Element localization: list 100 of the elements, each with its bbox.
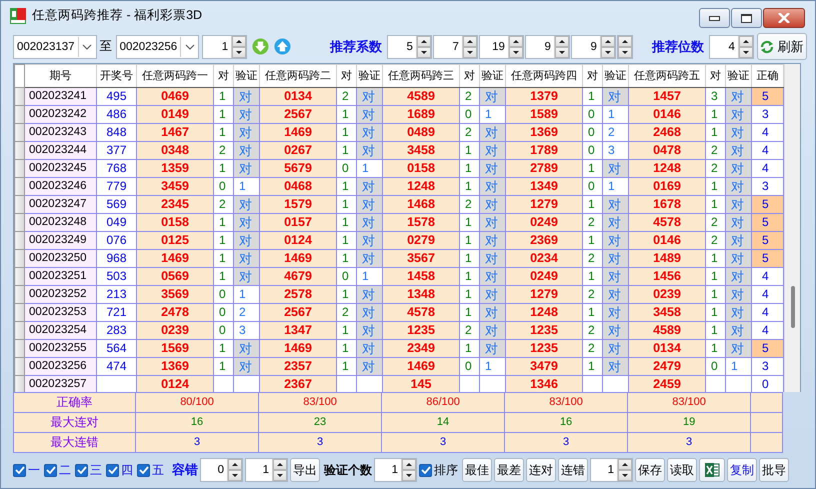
check-cell: 对 (356, 106, 382, 124)
column-header: 正确 (752, 64, 784, 88)
pick-cell: 1456 (628, 268, 706, 286)
row-selector[interactable] (14, 322, 24, 340)
pick-cell: 2789 (506, 160, 582, 178)
pick-cell: 5679 (260, 160, 336, 178)
checkbox-label: 排序 (434, 462, 458, 478)
row-selector[interactable] (14, 250, 24, 268)
checkbox[interactable] (137, 464, 150, 476)
load-button[interactable]: 读取 (667, 458, 697, 482)
check-cell: 1 (480, 358, 506, 376)
row-selector[interactable] (14, 286, 24, 304)
pick-cell: 2567 (260, 304, 336, 322)
spin-up-button[interactable] (618, 36, 632, 46)
check-cell: 对 (602, 214, 628, 232)
close-button[interactable] (763, 8, 805, 28)
pick-cell: 1369 (136, 358, 214, 376)
filter-button[interactable]: 最佳 (462, 458, 492, 482)
row-selector[interactable] (14, 214, 24, 232)
pick-cell: 3569 (136, 286, 214, 304)
maximize-button[interactable] (731, 8, 762, 28)
check-cell: 对 (726, 178, 752, 196)
checkbox[interactable] (13, 464, 26, 476)
checkbox[interactable] (44, 464, 57, 476)
checkbox-label: 四 (121, 462, 133, 478)
refresh-button[interactable]: 刷新 (756, 33, 807, 60)
pick-cell: 2349 (382, 340, 460, 358)
filter-button[interactable]: 最差 (494, 458, 524, 482)
pick-cell: 1467 (136, 124, 214, 142)
batch-import-button[interactable]: 批导 (759, 458, 789, 482)
copy-button[interactable]: 复制 (727, 458, 757, 482)
summary-label: 最大连对 (14, 412, 136, 432)
check-cell: 对 (480, 340, 506, 358)
check-cell: 对 (480, 286, 506, 304)
period-combo[interactable]: 002023256 (116, 34, 200, 58)
pick-cell: 0146 (628, 106, 706, 124)
pick-cell: 0125 (136, 232, 214, 250)
check-cell: 1 (726, 358, 752, 376)
column-header: 任意两码跨三 (382, 64, 460, 88)
row-selector[interactable] (14, 106, 24, 124)
summary-value: 86/100 (382, 392, 505, 412)
checkbox-label: 三 (90, 462, 102, 478)
export-button[interactable]: 导出 (290, 458, 320, 482)
pick-cell: 0146 (628, 232, 706, 250)
row-selector[interactable] (14, 358, 24, 376)
row-selector[interactable] (14, 376, 24, 392)
period-cell: 002023253 (24, 304, 96, 322)
row-selector[interactable] (14, 268, 24, 286)
pick-cell: 3458 (628, 304, 706, 322)
row-selector[interactable] (14, 124, 24, 142)
pick-cell: 3458 (382, 142, 460, 160)
pick-cell: 2357 (260, 358, 336, 376)
period-cell: 002023250 (24, 250, 96, 268)
column-header: 对 (460, 64, 480, 88)
pick-cell: 0124 (260, 232, 336, 250)
check-cell: 对 (234, 142, 260, 160)
check-cell: 对 (480, 232, 506, 250)
pick-cell: 1359 (136, 160, 214, 178)
check-cell: 对 (726, 340, 752, 358)
checkbox[interactable] (106, 464, 119, 476)
checkbox[interactable] (75, 464, 88, 476)
check-cell: 对 (602, 268, 628, 286)
pick-cell: 0158 (136, 214, 214, 232)
summary-value: 3 (504, 432, 628, 452)
row-selector[interactable] (14, 160, 24, 178)
pick-cell: 4589 (382, 88, 460, 106)
period-combo[interactable]: 002023137 (13, 34, 97, 58)
check-cell: 对 (726, 160, 752, 178)
pick-cell: 1569 (136, 340, 214, 358)
check-cell: 对 (356, 322, 382, 340)
checkbox[interactable] (419, 464, 432, 476)
column-header: 对 (582, 64, 602, 88)
pick-cell: 1789 (506, 142, 582, 160)
column-header: 任意两码跨五 (628, 64, 706, 88)
pick-cell: 0158 (382, 160, 460, 178)
row-selector[interactable] (14, 178, 24, 196)
row-selector[interactable] (14, 142, 24, 160)
filter-button[interactable]: 连对 (526, 458, 556, 482)
row-selector[interactable] (14, 340, 24, 358)
column-header: 验证 (480, 64, 506, 88)
summary-value: 80/100 (136, 392, 259, 412)
minimize-button[interactable] (699, 8, 730, 28)
period-cell: 002023245 (24, 160, 96, 178)
period-cell: 002023251 (24, 268, 96, 286)
filter-button[interactable]: 连错 (558, 458, 588, 482)
save-button[interactable]: 保存 (635, 458, 665, 482)
row-selector[interactable] (14, 196, 24, 214)
check-cell: 对 (234, 250, 260, 268)
check-cell: 对 (356, 196, 382, 214)
spin-down-button[interactable] (618, 46, 632, 58)
period-cell: 002023252 (24, 286, 96, 304)
excel-button[interactable] (699, 458, 725, 482)
summary-value: 16 (504, 412, 628, 432)
pick-cell: 4578 (382, 304, 460, 322)
check-cell: 对 (234, 124, 260, 142)
row-selector[interactable] (14, 232, 24, 250)
row-selector[interactable] (14, 88, 24, 106)
summary-value: 83/100 (258, 392, 382, 412)
row-selector[interactable] (14, 304, 24, 322)
scrollbar[interactable] (784, 64, 800, 392)
